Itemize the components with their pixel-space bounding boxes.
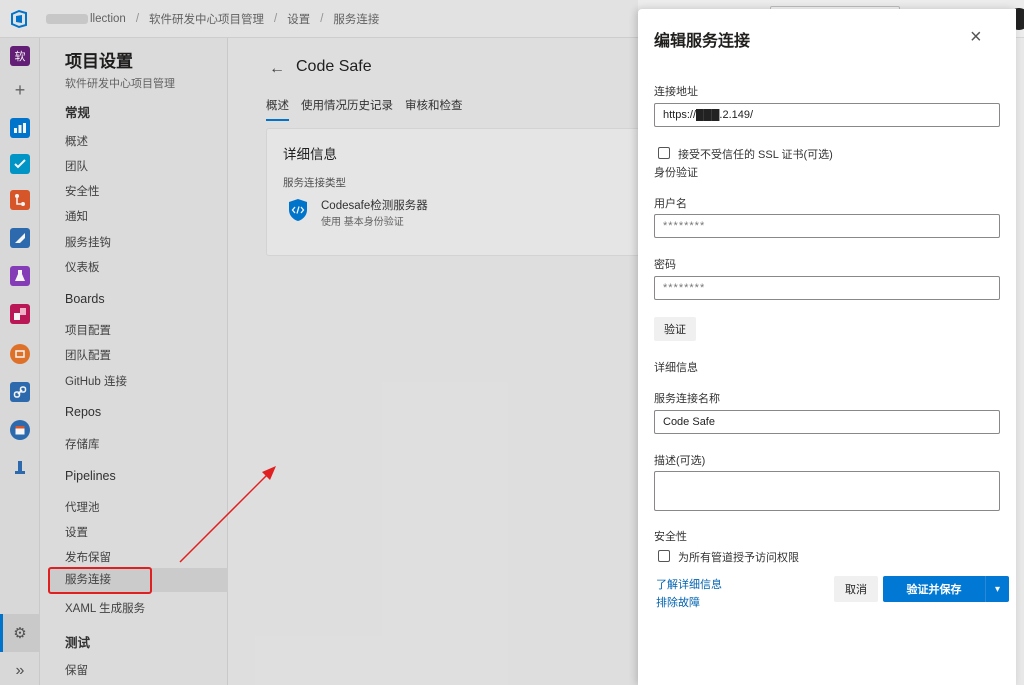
- panel-title: 编辑服务连接: [654, 33, 751, 50]
- calendar-icon[interactable]: [10, 420, 30, 440]
- azure-devops-logo-icon[interactable]: [9, 9, 29, 29]
- connection-type-label: 服务连接类型: [283, 177, 346, 189]
- nav-section-general: 常规: [65, 106, 91, 120]
- password-label: 密码: [654, 259, 676, 271]
- overview-icon[interactable]: [10, 118, 30, 138]
- app-rail: 软 + ⚙ »: [0, 38, 40, 685]
- troubleshoot-link[interactable]: 排除故障: [656, 594, 700, 610]
- link-icon[interactable]: [10, 382, 30, 402]
- back-arrow-icon[interactable]: ←: [269, 60, 285, 78]
- username-input[interactable]: [654, 214, 1000, 238]
- nav-item-dashboards[interactable]: 仪表板: [65, 259, 100, 275]
- nav-item-release-retention[interactable]: 发布保留: [65, 549, 111, 565]
- nav-item-pipeline-settings[interactable]: 设置: [65, 524, 88, 540]
- nav-item-service-hooks[interactable]: 服务挂钩: [65, 234, 111, 250]
- nav-section-pipelines: Pipelines: [65, 469, 116, 483]
- page-title: Code Safe: [296, 58, 372, 75]
- nav-item-repositories[interactable]: 存储库: [65, 436, 100, 452]
- nav-item-xaml-build-services[interactable]: XAML 生成服务: [65, 600, 145, 616]
- tab-approvals-checks[interactable]: 审核和检查: [405, 97, 463, 121]
- repos-icon[interactable]: [10, 190, 30, 210]
- grant-access-label: 为所有管道授予访问权限: [678, 552, 799, 564]
- redacted-mask: [46, 14, 88, 24]
- breadcrumb-settings[interactable]: 设置: [287, 11, 310, 27]
- expand-icon[interactable]: »: [10, 661, 30, 681]
- edit-service-connection-panel: 编辑服务连接 × 连接地址 接受不受信任的 SSL 证书(可选) 身份验证 用户…: [638, 9, 1016, 685]
- nav-item-overview[interactable]: 概述: [65, 133, 88, 149]
- breadcrumb: llection / 软件研发中心项目管理 / 设置 / 服务连接: [46, 11, 379, 27]
- nav-item-github-connections[interactable]: GitHub 连接: [65, 373, 127, 389]
- connection-auth-desc: 使用 基本身份验证: [321, 217, 404, 228]
- nav-item-security[interactable]: 安全性: [65, 183, 100, 199]
- card-title: 详细信息: [283, 147, 337, 162]
- connection-name-label: 服务连接名称: [654, 393, 720, 405]
- connection-name-input[interactable]: [654, 410, 1000, 434]
- details-section-label: 详细信息: [654, 362, 698, 374]
- annotation-highlight-box: [48, 567, 152, 594]
- nav-subtitle: 软件研发中心项目管理: [65, 78, 175, 90]
- close-icon[interactable]: ×: [970, 27, 982, 47]
- ssl-checkbox[interactable]: [658, 147, 670, 159]
- description-textarea[interactable]: [654, 471, 1000, 511]
- shield-code-icon: [289, 199, 307, 221]
- nav-item-teams[interactable]: 团队: [65, 158, 88, 174]
- breadcrumb-service-connections[interactable]: 服务连接: [333, 11, 379, 27]
- nav-item-retention[interactable]: 保留: [65, 662, 88, 678]
- chevron-down-icon[interactable]: ▾: [985, 576, 1009, 602]
- username-label: 用户名: [654, 198, 687, 210]
- auth-section-label: 身份验证: [654, 167, 698, 179]
- tab-bar: 概述 使用情况历史记录 审核和检查: [266, 97, 475, 121]
- ssl-checkbox-label: 接受不受信任的 SSL 证书(可选): [678, 149, 833, 161]
- nav-item-team-config[interactable]: 团队配置: [65, 347, 111, 363]
- connection-type-name: Codesafe检测服务器: [321, 200, 428, 212]
- nav-title: 项目设置: [65, 52, 133, 71]
- tab-usage-history[interactable]: 使用情况历史记录: [301, 97, 393, 121]
- learn-more-link[interactable]: 了解详细信息: [656, 576, 722, 592]
- security-section-label: 安全性: [654, 531, 687, 543]
- details-card: 详细信息 服务连接类型 Codesafe检测服务器 使用 基本身份验证: [266, 128, 646, 256]
- verify-button[interactable]: 验证: [654, 317, 696, 341]
- grant-access-checkbox[interactable]: [658, 550, 670, 562]
- test-plans-icon[interactable]: [10, 266, 30, 286]
- url-input[interactable]: [654, 103, 1000, 127]
- boards-icon[interactable]: [10, 154, 30, 174]
- project-avatar[interactable]: 软: [10, 46, 30, 66]
- pipelines-icon[interactable]: [10, 228, 30, 248]
- url-label: 连接地址: [654, 86, 698, 98]
- nav-section-boards: Boards: [65, 292, 105, 306]
- deploy-icon[interactable]: [10, 458, 30, 478]
- verify-and-save-button[interactable]: 验证并保存: [883, 576, 985, 602]
- gear-icon: ⚙: [13, 625, 27, 642]
- dashboard-extension-icon[interactable]: [10, 344, 30, 364]
- nav-section-repos: Repos: [65, 405, 102, 419]
- artifacts-icon[interactable]: [10, 304, 30, 324]
- main-content: ← Code Safe 概述 使用情况历史记录 审核和检查 详细信息 服务连接类…: [229, 38, 646, 685]
- nav-item-notifications[interactable]: 通知: [65, 208, 88, 224]
- add-icon[interactable]: +: [10, 80, 30, 100]
- nav-item-agent-pools[interactable]: 代理池: [65, 499, 100, 515]
- description-label: 描述(可选): [654, 455, 706, 467]
- password-input[interactable]: [654, 276, 1000, 300]
- nav-item-project-config[interactable]: 项目配置: [65, 322, 111, 338]
- cancel-button[interactable]: 取消: [834, 576, 878, 602]
- nav-section-test: 测试: [65, 636, 91, 650]
- breadcrumb-project[interactable]: 软件研发中心项目管理: [149, 11, 264, 27]
- tab-overview[interactable]: 概述: [266, 97, 289, 121]
- breadcrumb-collection[interactable]: llection: [90, 13, 126, 25]
